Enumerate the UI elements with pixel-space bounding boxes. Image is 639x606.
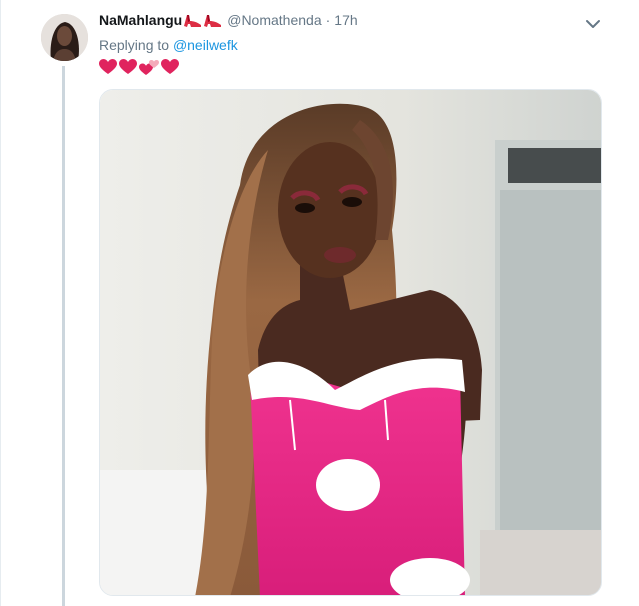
photo-image <box>100 90 601 595</box>
high-heel-icon <box>204 15 222 27</box>
red-heart-icon <box>119 59 137 74</box>
reply-mention-link[interactable]: @neilwefk <box>173 37 238 53</box>
name-emoji <box>183 12 223 28</box>
high-heel-icon <box>184 15 202 27</box>
two-hearts-icon <box>139 60 159 75</box>
tweet-header: NaMahlangu @Nomathenda · 17h <box>99 12 358 28</box>
tweet-container: NaMahlangu @Nomathenda · 17h Replying to… <box>0 0 639 606</box>
more-options-button[interactable] <box>583 14 603 34</box>
separator: · <box>325 12 331 28</box>
thread-line <box>62 66 65 606</box>
user-handle[interactable]: @Nomathenda <box>227 12 321 28</box>
tweet-text <box>99 59 179 75</box>
replying-label: Replying to <box>99 37 170 53</box>
timestamp[interactable]: 17h <box>334 12 357 28</box>
display-name[interactable]: NaMahlangu <box>99 12 182 28</box>
avatar[interactable] <box>41 14 88 61</box>
avatar-photo <box>41 14 88 61</box>
replying-to: Replying to @neilwefk <box>99 37 238 53</box>
red-heart-icon <box>161 59 179 74</box>
timeline-border <box>0 0 1 606</box>
red-heart-icon <box>99 59 117 74</box>
chevron-down-icon <box>586 20 600 28</box>
tweet-media-photo[interactable] <box>99 89 602 596</box>
